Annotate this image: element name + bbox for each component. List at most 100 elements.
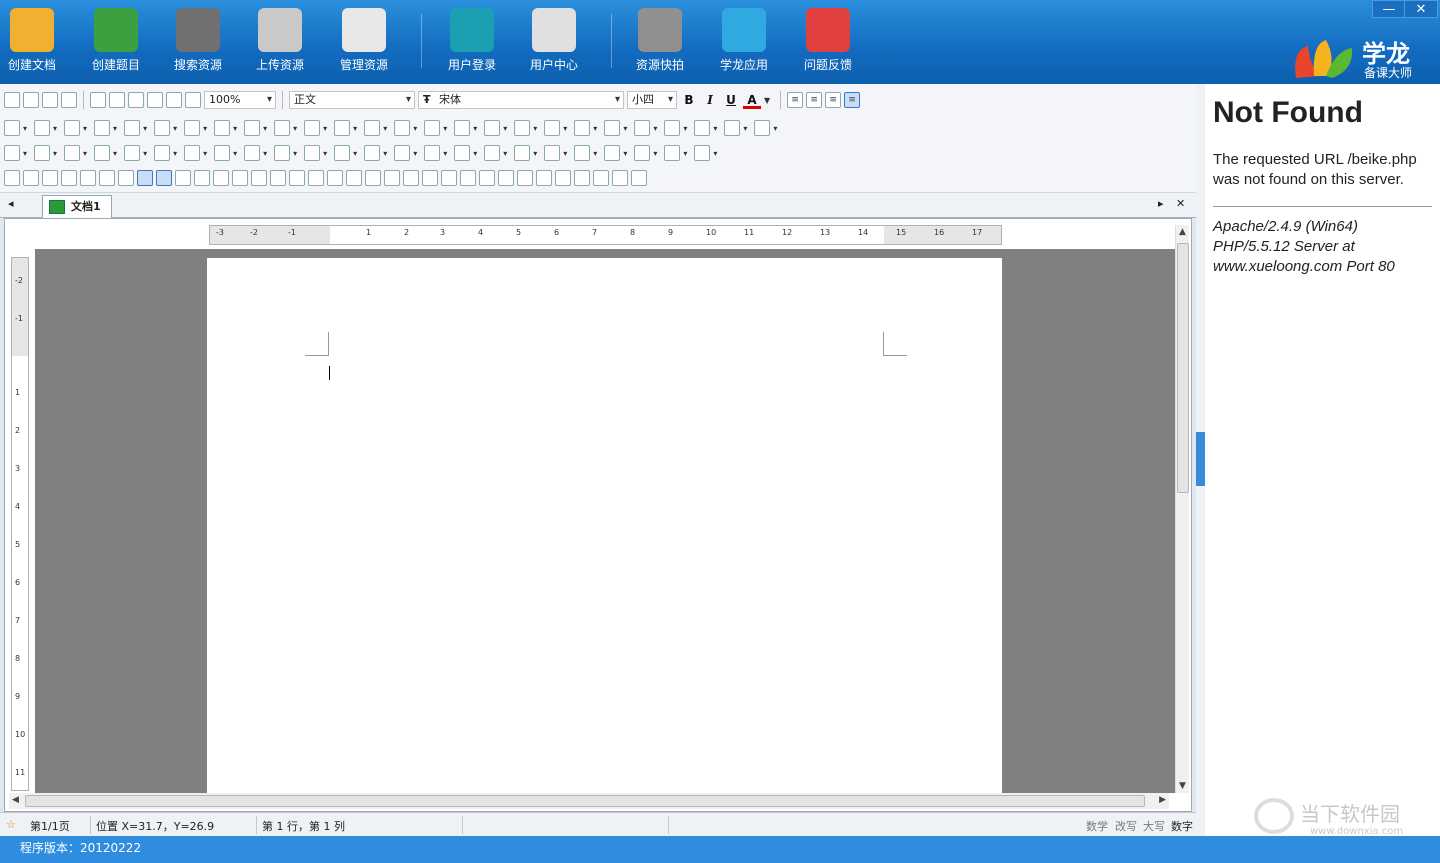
chevron-down-icon[interactable]: ▾ — [443, 124, 447, 133]
chevron-down-icon[interactable]: ▾ — [503, 149, 507, 158]
tool-icon[interactable] — [4, 170, 20, 186]
undo-icon[interactable] — [90, 92, 106, 108]
tool-icon[interactable] — [514, 120, 531, 136]
tool-icon[interactable] — [34, 120, 51, 136]
open-folder-icon[interactable] — [23, 92, 39, 108]
chevron-down-icon[interactable]: ▾ — [293, 149, 297, 158]
tool-icon[interactable] — [244, 145, 261, 161]
tool-icon[interactable] — [593, 170, 609, 186]
toolbar-button-1[interactable]: 创建题目 — [81, 8, 151, 73]
tool-icon[interactable] — [664, 120, 681, 136]
tool-icon[interactable] — [604, 120, 621, 136]
tool-icon[interactable] — [99, 170, 115, 186]
tool-icon[interactable] — [154, 120, 171, 136]
tool-icon[interactable] — [365, 170, 381, 186]
panel-splitter[interactable] — [1196, 84, 1205, 836]
toolbar-button-9[interactable]: 问题反馈 — [793, 8, 863, 73]
tool-icon[interactable] — [244, 120, 261, 136]
italic-button[interactable]: I — [701, 91, 719, 109]
camera-icon[interactable] — [185, 92, 201, 108]
cut-icon[interactable] — [128, 92, 144, 108]
chevron-down-icon[interactable]: ▾ — [263, 124, 267, 133]
tool-icon[interactable] — [394, 145, 411, 161]
chevron-down-icon[interactable]: ▾ — [563, 149, 567, 158]
chevron-down-icon[interactable]: ▼ — [764, 96, 770, 105]
chevron-down-icon[interactable]: ▾ — [713, 149, 717, 158]
tool-icon[interactable] — [484, 145, 501, 161]
chevron-down-icon[interactable]: ▾ — [593, 124, 597, 133]
chevron-down-icon[interactable]: ▾ — [23, 149, 27, 158]
chevron-down-icon[interactable]: ▾ — [53, 124, 57, 133]
chevron-down-icon[interactable]: ▾ — [683, 124, 687, 133]
close-tab-icon[interactable]: ✕ — [1176, 197, 1185, 210]
tool-icon[interactable] — [334, 120, 351, 136]
chevron-down-icon[interactable]: ▾ — [233, 149, 237, 158]
tool-icon[interactable] — [544, 145, 561, 161]
chevron-down-icon[interactable]: ▾ — [323, 149, 327, 158]
tool-icon[interactable] — [441, 170, 457, 186]
tool-icon[interactable] — [64, 120, 81, 136]
tool-icon[interactable] — [194, 170, 210, 186]
tool-icon[interactable] — [94, 120, 111, 136]
tool-icon[interactable] — [289, 170, 305, 186]
chevron-down-icon[interactable]: ▾ — [623, 149, 627, 158]
chevron-down-icon[interactable]: ▾ — [23, 124, 27, 133]
chevron-down-icon[interactable]: ▾ — [263, 149, 267, 158]
toolbar-button-2[interactable]: 搜索资源 — [163, 8, 233, 73]
tool-icon[interactable] — [184, 120, 201, 136]
chevron-down-icon[interactable]: ▾ — [203, 149, 207, 158]
align-right-icon[interactable]: ≡ — [825, 92, 842, 108]
star-icon[interactable]: ☆ — [6, 818, 16, 831]
tool-icon[interactable] — [514, 145, 531, 161]
tool-icon[interactable] — [664, 145, 681, 161]
chevron-down-icon[interactable]: ▾ — [413, 149, 417, 158]
tool-icon[interactable] — [612, 170, 628, 186]
tool-icon[interactable] — [308, 170, 324, 186]
tool-icon[interactable] — [694, 120, 711, 136]
tool-icon[interactable] — [384, 170, 400, 186]
tool-icon[interactable] — [634, 145, 651, 161]
tab-document[interactable]: 文档1 — [42, 195, 112, 219]
style-select[interactable]: 正文 — [289, 91, 415, 109]
chevron-down-icon[interactable]: ▾ — [353, 124, 357, 133]
new-doc-icon[interactable] — [4, 92, 20, 108]
chevron-down-icon[interactable]: ▾ — [593, 149, 597, 158]
redo-icon[interactable] — [109, 92, 125, 108]
tool-icon[interactable] — [555, 170, 571, 186]
align-center-icon[interactable]: ≡ — [806, 92, 823, 108]
toolbar-button-5[interactable]: 用户登录 — [437, 8, 507, 73]
tool-icon[interactable] — [694, 145, 711, 161]
tool-icon[interactable] — [274, 120, 291, 136]
chevron-down-icon[interactable]: ▾ — [383, 124, 387, 133]
tool-icon[interactable] — [304, 145, 321, 161]
tool-icon[interactable] — [34, 145, 51, 161]
chevron-down-icon[interactable]: ▾ — [473, 124, 477, 133]
chevron-down-icon[interactable]: ▾ — [413, 124, 417, 133]
align-justify-icon[interactable]: ≡ — [844, 92, 861, 108]
tool-icon[interactable] — [80, 170, 96, 186]
tab-scroll-left-icon[interactable]: ◂ — [8, 197, 14, 210]
toolbar-button-6[interactable]: 用户中心 — [519, 8, 589, 73]
chevron-down-icon[interactable]: ▾ — [293, 124, 297, 133]
tool-icon[interactable] — [574, 145, 591, 161]
tool-icon[interactable] — [213, 170, 229, 186]
tool-icon[interactable] — [454, 145, 471, 161]
chevron-down-icon[interactable]: ▾ — [143, 149, 147, 158]
tool-icon[interactable] — [536, 170, 552, 186]
horizontal-scroll-thumb[interactable] — [25, 795, 1145, 807]
align-left-icon[interactable]: ≡ — [787, 92, 804, 108]
tool-icon[interactable] — [124, 145, 141, 161]
tool-icon[interactable] — [334, 145, 351, 161]
tool-icon[interactable] — [61, 170, 77, 186]
save-icon[interactable] — [42, 92, 58, 108]
close-window-button[interactable]: ✕ — [1404, 0, 1438, 18]
expand-panel-handle[interactable] — [1196, 432, 1205, 486]
chevron-down-icon[interactable]: ▾ — [113, 124, 117, 133]
tool-icon[interactable] — [424, 145, 441, 161]
tool-icon[interactable] — [460, 170, 476, 186]
font-color-button[interactable]: A — [743, 91, 761, 109]
copy-icon[interactable] — [147, 92, 163, 108]
tool-icon[interactable] — [422, 170, 438, 186]
chevron-down-icon[interactable]: ▾ — [743, 124, 747, 133]
chevron-down-icon[interactable]: ▾ — [713, 124, 717, 133]
